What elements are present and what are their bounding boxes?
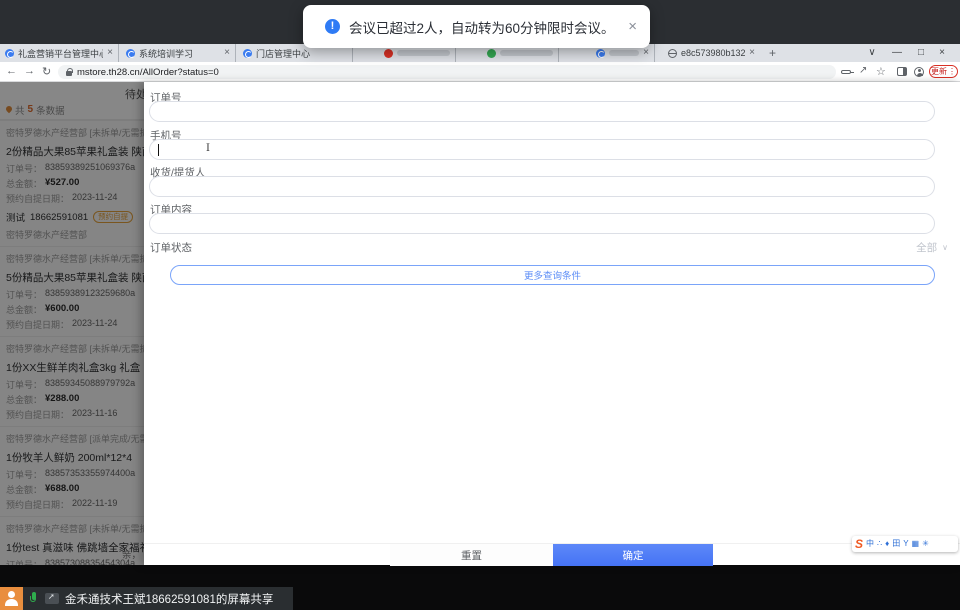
tab-label: 礼盒营销平台管理中心 xyxy=(18,48,104,59)
screen-share-icon[interactable] xyxy=(45,592,59,604)
password-key-icon[interactable] xyxy=(841,70,854,74)
status-selected-value: 全部 xyxy=(916,242,938,254)
side-panel-icon[interactable] xyxy=(897,67,907,76)
ime-toolbar[interactable]: S 中 ∴ ♦ 田 Y ▦ ✳ xyxy=(852,536,958,552)
toast-message: 会议已超过2人，自动转为60分钟限时会议。 xyxy=(349,20,615,36)
obscured-tab-label xyxy=(500,50,553,56)
window-menu-icon[interactable]: ∨ xyxy=(864,47,880,58)
tab-close-icon[interactable]: × xyxy=(749,48,755,58)
text-caret xyxy=(158,144,159,156)
order-status-select[interactable]: 全部 ∨ xyxy=(916,240,948,255)
back-icon[interactable]: ← xyxy=(6,65,17,77)
tab-close-icon[interactable]: × xyxy=(224,48,230,58)
consignee-input[interactable] xyxy=(149,176,935,197)
window-maximize-icon[interactable]: □ xyxy=(913,47,929,58)
page-content: 待处理 共 5 条数据 密特罗德水产经营部 [未拆单/无需拆单] 2份精品大果8… xyxy=(0,82,960,566)
bookmark-star-icon[interactable]: ☆ xyxy=(876,65,886,78)
microphone-icon[interactable] xyxy=(30,592,38,605)
update-label: 更新 xyxy=(931,67,947,76)
forward-icon[interactable]: → xyxy=(24,65,35,77)
url-text: mstore.th28.cn/AllOrder?status=0 xyxy=(77,66,219,78)
drawer-overlay-mask[interactable] xyxy=(0,82,144,565)
site-favicon-icon xyxy=(596,48,605,58)
site-favicon-icon xyxy=(487,48,496,58)
confirm-button[interactable]: 确定 xyxy=(553,544,713,566)
tab-hash-page[interactable]: e8c573980b1328a258fd2e6 × xyxy=(663,44,760,62)
chinese-mode-icon[interactable]: 中 xyxy=(866,537,874,551)
skin-icon[interactable]: Y xyxy=(903,537,908,551)
site-favicon-icon xyxy=(126,48,135,58)
symbol-icon[interactable]: ∴ xyxy=(877,537,882,551)
tab-training[interactable]: 系统培训学习 × xyxy=(121,44,236,62)
order-status-field-label: 订单状态 xyxy=(150,242,192,254)
lock-icon xyxy=(66,67,73,76)
reset-button[interactable]: 重置 xyxy=(390,544,553,566)
tab-close-icon[interactable]: × xyxy=(107,48,113,58)
settings-icon[interactable]: ✳ xyxy=(922,537,929,551)
chrome-update-button[interactable]: 更新 ⋮ xyxy=(929,65,958,78)
tab-label: 系统培训学习 xyxy=(139,48,194,59)
browser-toolbar: ← → ↻ mstore.th28.cn/AllOrder?status=0 ↗… xyxy=(0,62,960,82)
order-no-input[interactable] xyxy=(149,101,935,122)
globe-favicon-icon xyxy=(668,48,677,58)
ibeam-cursor-icon: I xyxy=(206,143,210,154)
phone-input[interactable]: I xyxy=(149,139,935,160)
screen-share-statusbar[interactable]: 金禾通技术王斌18662591081的屏幕共享 xyxy=(0,587,293,610)
wubi-icon[interactable]: 田 xyxy=(892,537,900,551)
tab-label: 门店管理中心 xyxy=(256,48,311,59)
more-filters-button[interactable]: 更多查询条件 xyxy=(170,265,935,285)
voice-icon[interactable]: ♦ xyxy=(885,537,889,551)
site-favicon-icon xyxy=(5,48,14,58)
new-tab-button[interactable]: + xyxy=(769,46,776,60)
site-favicon-icon xyxy=(243,48,252,58)
order-content-input[interactable] xyxy=(149,213,935,234)
tab-label: e8c573980b1328a258fd2e6 xyxy=(681,48,746,58)
obscured-tab-label xyxy=(609,50,640,56)
profile-avatar-icon[interactable] xyxy=(914,67,924,77)
reload-icon[interactable]: ↻ xyxy=(42,65,51,78)
tab-gift-platform[interactable]: 礼盒营销平台管理中心 × xyxy=(0,44,119,62)
url-bar[interactable]: mstore.th28.cn/AllOrder?status=0 xyxy=(58,65,836,79)
share-status-text: 金禾通技术王斌18662591081的屏幕共享 xyxy=(65,593,274,606)
search-filter-drawer: 订单号 手机号 I 收货/提货人 订单内容 订单状态 全部 ∨ 更多查询条件 重… xyxy=(144,82,960,566)
kebab-menu-icon: ⋮ xyxy=(948,67,956,76)
site-favicon-icon xyxy=(384,48,393,58)
window-close-icon[interactable]: × xyxy=(934,47,950,58)
sogou-logo-icon[interactable]: S xyxy=(855,537,863,551)
drawer-action-bar: 重置 确定 xyxy=(144,543,960,566)
keyboard-icon[interactable]: ▦ xyxy=(912,537,920,551)
window-minimize-icon[interactable]: — xyxy=(889,47,905,58)
chevron-down-icon: ∨ xyxy=(942,243,948,252)
tab-close-icon[interactable]: × xyxy=(643,48,649,58)
obscured-tab-label xyxy=(397,50,450,56)
toast-close-icon[interactable]: × xyxy=(628,18,637,35)
presenter-person-icon xyxy=(0,587,23,610)
share-icon[interactable]: ↗ xyxy=(859,65,867,76)
info-icon: ! xyxy=(325,19,340,34)
meeting-toast-notification: ! 会议已超过2人，自动转为60分钟限时会议。 × xyxy=(303,5,650,48)
